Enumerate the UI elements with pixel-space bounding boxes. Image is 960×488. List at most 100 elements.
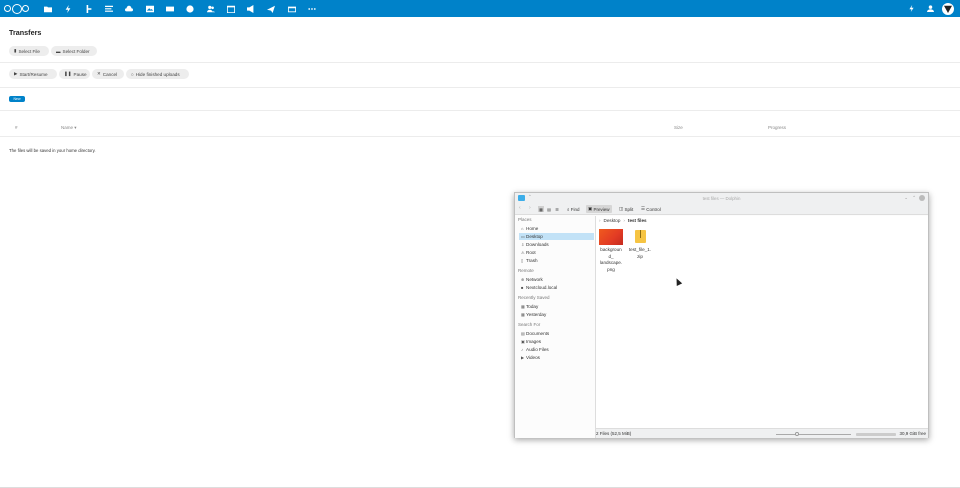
compact-view-icon[interactable]: ▤ [546, 206, 552, 212]
announcements-icon[interactable] [241, 0, 261, 17]
place-desktop[interactable]: ▭ Desktop [519, 233, 594, 240]
divider [0, 87, 960, 88]
place-today[interactable]: ▦ Today [519, 303, 594, 310]
place-nextcloud[interactable]: ■ Nextcloud.local [519, 284, 594, 291]
new-badge[interactable]: New [9, 96, 25, 102]
name-label: Name [61, 125, 74, 130]
search-header: Search For [518, 322, 541, 327]
mail-icon[interactable] [160, 0, 180, 17]
split-label: Split [624, 206, 634, 212]
file-name-line: png [607, 266, 615, 272]
preview-button[interactable]: ▣ Preview [586, 205, 612, 213]
hide-finished-checkbox[interactable]: ○ Hide finished uploads [126, 69, 189, 79]
file-view[interactable]: › Desktop › test files backgroun d_ land… [596, 216, 928, 428]
forward-icon[interactable]: › [529, 205, 531, 211]
contacts-menu-icon[interactable] [921, 0, 940, 17]
status-file-count: 2 Files (52,5 MiB) [596, 431, 632, 436]
place-trash[interactable]: ▯ Trash [519, 257, 594, 264]
window-titlebar[interactable]: ⌃ test files — Dolphin ⌄ ⌃ [515, 193, 928, 203]
place-downloads[interactable]: ⇩ Downloads [519, 241, 594, 248]
forms-icon[interactable] [261, 0, 281, 17]
gallery-icon[interactable] [139, 0, 159, 17]
place-images[interactable]: ▣ Images [519, 338, 594, 345]
image-thumbnail [599, 229, 623, 245]
column-header-name[interactable]: Name ▾ [61, 125, 77, 131]
files-icon[interactable] [38, 0, 58, 17]
deck-icon[interactable] [282, 0, 302, 17]
place-label: Yesterday [526, 312, 547, 317]
place-audio[interactable]: ♪ Audio Files [519, 346, 594, 353]
divider [0, 136, 960, 137]
split-button[interactable]: ◫ Split [617, 205, 635, 213]
nextcloud-logo[interactable] [4, 3, 30, 15]
cancel-button[interactable]: ✕ Cancel [92, 69, 124, 79]
place-label: Images [526, 339, 542, 344]
recent-header: Recently Saved [518, 295, 550, 300]
place-home[interactable]: ⌂ Home [519, 225, 594, 232]
activity-icon[interactable] [58, 0, 78, 17]
divider [0, 62, 960, 63]
place-root[interactable]: ⚠ Root [519, 249, 594, 256]
place-label: Documents [526, 331, 550, 336]
minimize-icon[interactable]: ⌄ [904, 195, 908, 201]
file-item[interactable]: backgroun d_ landscape. png [598, 229, 624, 273]
chevron-icon: › [599, 218, 601, 223]
find-button[interactable]: ⌕ Find [565, 205, 582, 213]
zip-archive-icon [634, 230, 646, 243]
calendar-icon[interactable] [221, 0, 241, 17]
page-title: Transfers [9, 28, 42, 37]
select-folder-label: Select Folder [62, 48, 90, 54]
hide-finished-label: Hide finished uploads [135, 71, 180, 77]
divider [0, 110, 960, 111]
place-network[interactable]: ⊕ Network [519, 276, 594, 283]
breadcrumb-current[interactable]: test files [628, 218, 647, 223]
zoom-slider-handle[interactable] [795, 431, 799, 436]
details-view-icon[interactable]: ☰ [554, 206, 560, 212]
place-videos[interactable]: ▶ Videos [519, 354, 594, 361]
place-yesterday[interactable]: ▦ Yesterday [519, 311, 594, 318]
find-label: Find [570, 206, 580, 212]
breadcrumb: › Desktop › test files [597, 217, 927, 224]
place-documents[interactable]: ▤ Documents [519, 330, 594, 337]
pause-icon: ❚❚ [64, 71, 72, 76]
places-panel: Places ⌂ Home ▭ Desktop ⇩ Downloads ⚠ Root ▯… [515, 216, 596, 438]
play-icon: ▶ [14, 71, 18, 76]
back-icon[interactable]: ‹ [519, 205, 521, 211]
file-item[interactable]: test_file_1. zip [627, 229, 653, 260]
place-label: Videos [526, 355, 540, 360]
maximize-icon[interactable]: ⌃ [912, 195, 916, 201]
start-resume-label: Start/Resume [19, 71, 48, 77]
breadcrumb-desktop[interactable]: Desktop [604, 218, 621, 223]
place-label: Nextcloud.local [526, 285, 558, 290]
upload-icon[interactable] [119, 0, 139, 17]
top-header-bar [0, 0, 960, 17]
select-file-label: Select File [18, 48, 40, 54]
pause-label: Pause [73, 71, 87, 77]
free-space-bar [856, 432, 896, 436]
photos-icon[interactable] [79, 0, 99, 17]
control-button[interactable]: ☰ Control [639, 205, 663, 213]
notes-icon[interactable] [99, 0, 119, 17]
notifications-icon[interactable] [902, 0, 921, 17]
dolphin-toolbar: ‹ › ▦ ▤ ☰ ⌕ Find ▣ Preview ◫ Split ☰ Con… [515, 203, 928, 215]
icons-view-icon[interactable]: ▦ [538, 206, 544, 212]
more-icon[interactable] [302, 0, 322, 17]
status-free-space: 30,9 GiB free [899, 431, 926, 436]
select-file-button[interactable]: ▮ Select File [9, 46, 49, 56]
select-folder-button[interactable]: ▬ Select Folder [51, 46, 97, 56]
column-header-num: # [15, 125, 18, 130]
status-bar: 2 Files (52,5 MiB) 30,9 GiB free [596, 428, 928, 438]
start-resume-button[interactable]: ▶ Start/Resume [9, 69, 57, 79]
contacts-icon[interactable] [200, 0, 220, 17]
place-label: Downloads [526, 242, 549, 247]
save-location-note: The files will be saved in your home dir… [9, 148, 96, 153]
pause-button[interactable]: ❚❚ Pause [59, 69, 90, 79]
column-header-size[interactable]: Size [674, 125, 683, 130]
dolphin-window[interactable]: ⌃ test files — Dolphin ⌄ ⌃ ‹ › ▦ ▤ ☰ ⌕ F… [514, 192, 929, 438]
close-window-button[interactable] [919, 195, 925, 201]
place-label: Desktop [526, 234, 543, 239]
talk-icon[interactable] [180, 0, 200, 17]
user-avatar[interactable] [942, 2, 954, 15]
checkbox-icon: ○ [131, 71, 134, 77]
zoom-slider-track[interactable] [776, 433, 851, 435]
